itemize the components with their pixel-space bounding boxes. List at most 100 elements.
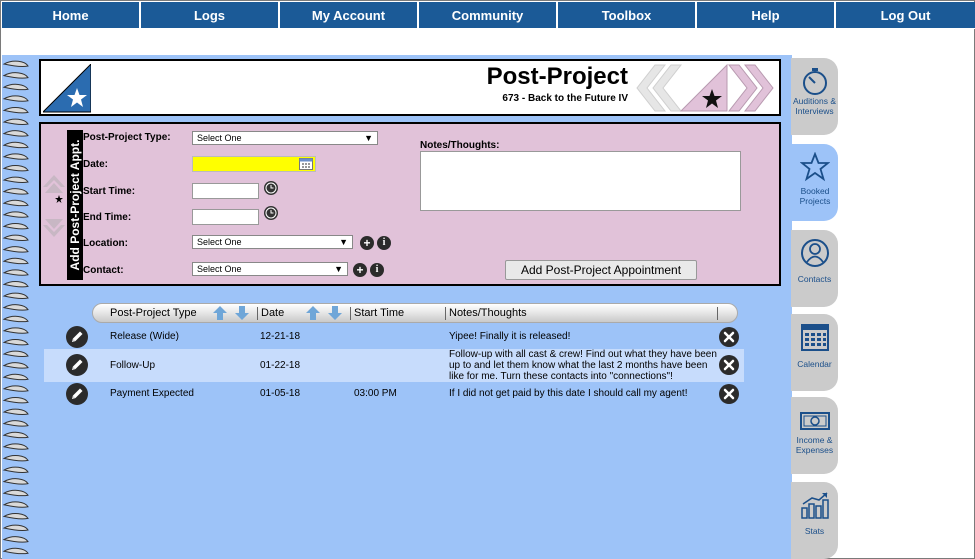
location-info-icon[interactable]: i xyxy=(377,236,391,250)
form-side-label-text: Add Post-Project Appt. xyxy=(68,139,82,271)
row-type: Release (Wide) xyxy=(110,331,179,342)
spiral-ring xyxy=(2,223,29,230)
spiral-ring xyxy=(2,420,29,427)
spiral-ring xyxy=(2,130,29,137)
row-type: Follow-Up xyxy=(110,360,156,371)
nav-logs[interactable]: Logs xyxy=(141,2,280,28)
tab-income-expenses-label: Income & Expenses xyxy=(795,435,834,455)
tab-booked-projects[interactable]: Booked Projects xyxy=(791,144,838,221)
contact-select[interactable]: Select One ▼ xyxy=(192,262,348,276)
stopwatch-icon xyxy=(803,68,827,95)
tab-booked-projects-label: Booked Projects xyxy=(799,186,831,206)
spiral-ring xyxy=(2,455,29,462)
notes-label: Notes/Thoughts: xyxy=(420,140,500,151)
end-time-input[interactable] xyxy=(192,209,259,225)
row-notes: Yipee! Finally it is released! xyxy=(449,331,571,342)
nav-home[interactable]: Home xyxy=(2,2,141,28)
col-type-header[interactable]: Post-Project Type xyxy=(110,307,197,319)
col-start-time-header[interactable]: Start Time xyxy=(354,307,404,319)
delete-x-icon[interactable] xyxy=(719,384,739,404)
spiral-ring xyxy=(2,165,29,172)
tab-calendar-label: Calendar xyxy=(797,359,832,369)
notes-textarea[interactable] xyxy=(420,151,741,211)
spiral-ring xyxy=(2,83,29,91)
top-nav: Home Logs My Account Community Toolbox H… xyxy=(2,2,975,29)
delete-x-icon[interactable] xyxy=(719,355,739,375)
sort-arrows-icon[interactable] xyxy=(213,306,249,321)
row-date: 12-21-18 xyxy=(260,331,301,342)
collapse-arrows-icon[interactable] xyxy=(43,175,65,242)
table-row: Follow-Up 01-22-18 Follow-up with all ca… xyxy=(44,349,744,382)
delete-x-icon[interactable] xyxy=(719,327,739,347)
nav-help[interactable]: Help xyxy=(697,2,836,28)
start-time-input[interactable] xyxy=(192,183,259,199)
spiral-ring xyxy=(2,315,29,323)
spiral-ring xyxy=(2,327,29,334)
spiral-ring xyxy=(2,95,29,102)
app-frame: Home Logs My Account Community Toolbox H… xyxy=(0,0,975,559)
tab-auditions-label: Auditions & Interviews xyxy=(793,96,836,116)
tab-contacts[interactable]: Contacts xyxy=(791,230,838,307)
form-side-label: Add Post-Project Appt. xyxy=(67,130,83,280)
edit-pencil-icon[interactable] xyxy=(66,383,88,405)
page-title: Post-Project xyxy=(486,63,628,90)
tab-stats[interactable]: Stats xyxy=(791,482,838,559)
next-arrow-icon[interactable] xyxy=(727,64,774,112)
spiral-ring xyxy=(2,385,29,392)
date-label: Date: xyxy=(83,159,109,170)
tab-auditions[interactable]: Auditions & Interviews xyxy=(791,58,838,135)
edit-pencil-icon[interactable] xyxy=(66,354,88,376)
money-icon xyxy=(800,412,830,430)
tab-stats-label: Stats xyxy=(804,526,825,536)
column-divider xyxy=(257,307,258,320)
bar-chart-icon xyxy=(801,492,829,519)
spiral-ring xyxy=(2,350,29,357)
nav-community[interactable]: Community xyxy=(419,2,558,28)
row-date: 01-05-18 xyxy=(260,388,301,399)
spiral-ring xyxy=(2,141,29,149)
spiral-ring xyxy=(2,478,29,485)
spiral-ring xyxy=(2,547,29,555)
clock-icon[interactable] xyxy=(264,206,278,220)
spiral-ring xyxy=(2,431,29,439)
tab-contacts-label: Contacts xyxy=(797,274,832,284)
contact-select-value: Select One xyxy=(197,264,242,274)
spiral-ring xyxy=(2,281,29,288)
spiral-ring xyxy=(2,524,29,531)
dropdown-caret-icon: ▼ xyxy=(334,264,343,274)
type-select-value: Select One xyxy=(197,133,242,143)
spiral-ring xyxy=(2,107,29,114)
add-contact-icon[interactable]: + xyxy=(353,263,367,277)
spiral-ring xyxy=(2,118,29,125)
dropdown-caret-icon: ▼ xyxy=(364,133,373,143)
spiral-ring xyxy=(2,199,29,207)
sort-arrows-icon[interactable] xyxy=(306,306,342,321)
column-divider xyxy=(445,307,446,320)
nav-my-account[interactable]: My Account xyxy=(280,2,419,28)
spiral-ring xyxy=(2,373,29,381)
add-location-icon[interactable]: + xyxy=(360,236,374,250)
clock-icon[interactable] xyxy=(264,181,278,195)
location-label: Location: xyxy=(83,238,128,249)
col-notes-header[interactable]: Notes/Thoughts xyxy=(449,307,527,319)
calendar-picker-icon[interactable] xyxy=(299,158,313,170)
previous-arrow-icon[interactable] xyxy=(636,64,683,112)
table-header: Post-Project Type Date Start Time Notes/… xyxy=(92,303,738,323)
spiral-ring xyxy=(2,60,29,67)
location-select[interactable]: Select One ▼ xyxy=(192,235,353,249)
type-select[interactable]: Select One ▼ xyxy=(192,131,378,145)
nav-toolbox[interactable]: Toolbox xyxy=(558,2,697,28)
star-bookmark-icon xyxy=(679,63,728,112)
spiral-ring xyxy=(2,292,29,299)
tab-income-expenses[interactable]: Income & Expenses xyxy=(791,397,838,474)
col-date-header[interactable]: Date xyxy=(261,307,284,319)
date-input[interactable] xyxy=(192,156,316,172)
nav-log-out[interactable]: Log Out xyxy=(836,2,975,28)
edit-pencil-icon[interactable] xyxy=(66,326,88,348)
spiral-ring xyxy=(2,466,29,473)
contact-info-icon[interactable]: i xyxy=(370,263,384,277)
add-appointment-button[interactable]: Add Post-Project Appointment xyxy=(505,260,697,280)
tab-calendar[interactable]: Calendar xyxy=(791,314,838,391)
spiral-ring xyxy=(2,408,29,415)
spiral-ring xyxy=(2,72,29,79)
